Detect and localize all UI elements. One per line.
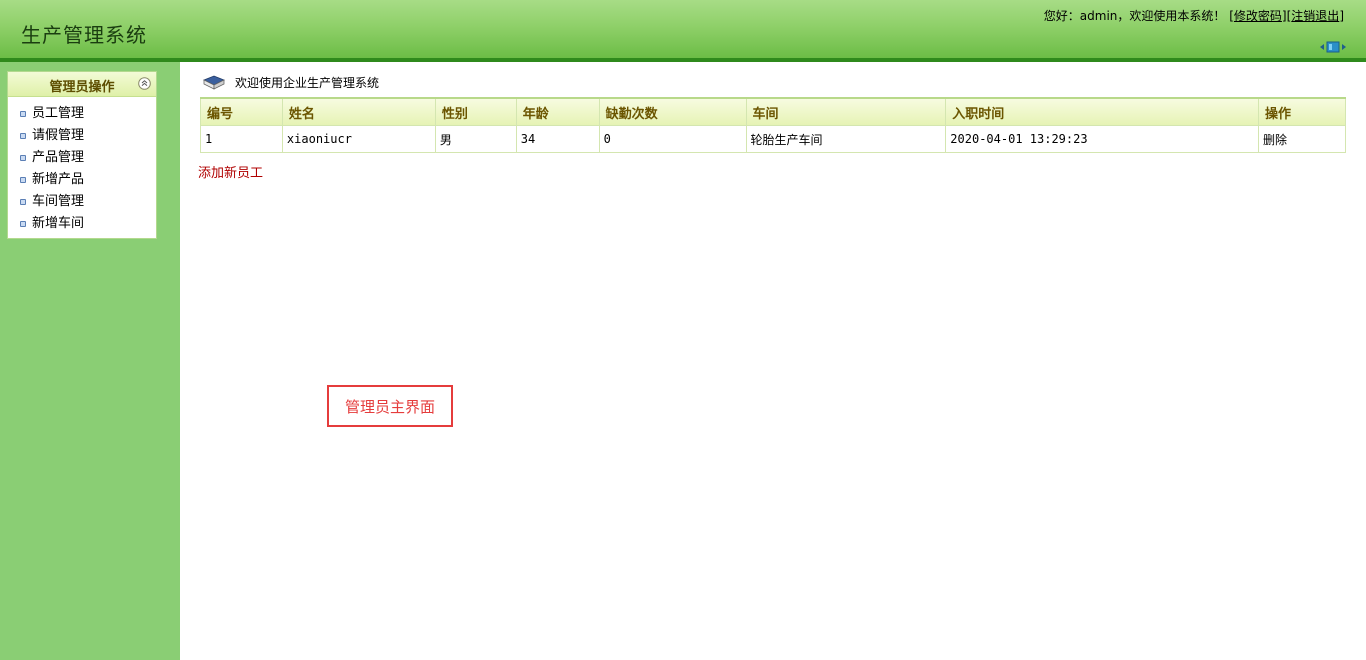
bullet-icon bbox=[20, 221, 26, 227]
add-employee-link[interactable]: 添加新员工 bbox=[198, 162, 263, 181]
admin-menu-header: 管理员操作 bbox=[8, 72, 156, 97]
welcome-bar: 欢迎使用企业生产管理系统 bbox=[203, 74, 379, 91]
cell-hire-time: 2020-04-01 13:29:23 bbox=[945, 125, 1259, 153]
sidebar-item-add-product[interactable]: 新增产品 bbox=[8, 169, 156, 191]
admin-menu: 管理员操作 员工管理 请假管理 产品管理 新增产品 车间管理 新增车间 bbox=[7, 71, 157, 239]
welcome-text: 欢迎使用企业生产管理系统 bbox=[235, 76, 380, 90]
annotation-label: 管理员主界面 bbox=[327, 385, 453, 427]
cell-gender: 男 bbox=[434, 125, 517, 153]
employee-table: 编号 姓名 性别 年龄 缺勤次数 车间 入职时间 操作 1 xiaoniucr … bbox=[200, 97, 1346, 153]
sidebar: 管理员操作 员工管理 请假管理 产品管理 新增产品 车间管理 新增车间 bbox=[0, 62, 180, 660]
delete-link[interactable]: 删除 bbox=[1258, 125, 1346, 153]
col-header-gender: 性别 bbox=[434, 97, 517, 126]
col-header-action: 操作 bbox=[1258, 97, 1346, 126]
col-header-name: 姓名 bbox=[281, 97, 436, 126]
cell-workshop: 轮胎生产车间 bbox=[745, 125, 947, 153]
table-header-row: 编号 姓名 性别 年龄 缺勤次数 车间 入职时间 操作 bbox=[200, 97, 1346, 126]
cell-age: 34 bbox=[515, 125, 600, 153]
sidebar-item-label: 车间管理 bbox=[32, 194, 85, 209]
cell-name: xiaoniucr bbox=[281, 125, 436, 153]
book-icon bbox=[203, 75, 225, 90]
sidebar-toggle-icon[interactable] bbox=[1320, 41, 1346, 53]
user-bar: 您好：admin，欢迎使用本系统！ [修改密码][注销退出] bbox=[1044, 7, 1344, 24]
greeting-text: 您好：admin，欢迎使用本系统！ bbox=[1043, 9, 1226, 23]
bullet-icon bbox=[20, 199, 26, 205]
table-row: 1 xiaoniucr 男 34 0 轮胎生产车间 2020-04-01 13:… bbox=[200, 125, 1346, 153]
col-header-workshop: 车间 bbox=[745, 97, 947, 126]
header: 生产管理系统 您好：admin，欢迎使用本系统！ [修改密码][注销退出] bbox=[0, 0, 1366, 58]
col-header-absence: 缺勤次数 bbox=[598, 97, 747, 126]
col-header-id: 编号 bbox=[200, 97, 283, 126]
admin-menu-title: 管理员操作 bbox=[49, 80, 115, 95]
admin-menu-list: 员工管理 请假管理 产品管理 新增产品 车间管理 新增车间 bbox=[8, 97, 156, 235]
collapse-up-icon[interactable] bbox=[138, 77, 151, 90]
col-header-hire-time: 入职时间 bbox=[945, 97, 1259, 126]
sidebar-item-label: 新增车间 bbox=[32, 216, 85, 231]
bracket-mid: ][ bbox=[1281, 9, 1292, 23]
main-content: 欢迎使用企业生产管理系统 编号 姓名 性别 年龄 缺勤次数 车间 入职时间 操作… bbox=[180, 62, 1366, 660]
col-header-age: 年龄 bbox=[515, 97, 600, 126]
sidebar-item-product-mgmt[interactable]: 产品管理 bbox=[8, 147, 156, 169]
sidebar-item-employee-mgmt[interactable]: 员工管理 bbox=[8, 103, 156, 125]
bullet-icon bbox=[20, 155, 26, 161]
change-password-link[interactable]: 修改密码 bbox=[1234, 9, 1282, 23]
bullet-icon bbox=[20, 133, 26, 139]
sidebar-item-label: 新增产品 bbox=[32, 172, 85, 187]
cell-id: 1 bbox=[200, 125, 283, 153]
sidebar-item-add-workshop[interactable]: 新增车间 bbox=[8, 213, 156, 235]
sidebar-item-workshop-mgmt[interactable]: 车间管理 bbox=[8, 191, 156, 213]
sidebar-item-label: 请假管理 bbox=[32, 128, 85, 143]
sidebar-item-leave-mgmt[interactable]: 请假管理 bbox=[8, 125, 156, 147]
cell-absence: 0 bbox=[598, 125, 747, 153]
logout-link[interactable]: 注销退出 bbox=[1291, 9, 1339, 23]
sidebar-item-label: 产品管理 bbox=[32, 150, 85, 165]
app-title: 生产管理系统 bbox=[21, 23, 147, 47]
bullet-icon bbox=[20, 177, 26, 183]
bullet-icon bbox=[20, 111, 26, 117]
bracket-close: ] bbox=[1339, 9, 1344, 23]
sidebar-item-label: 员工管理 bbox=[32, 106, 85, 121]
